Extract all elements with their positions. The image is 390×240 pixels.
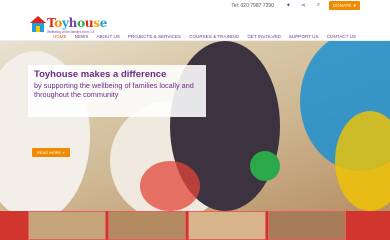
search-icon[interactable]: ⌕	[314, 1, 323, 10]
main-nav: HOME NEWS ABOUT US PROJECTS & SERVICES C…	[49, 34, 360, 39]
nav-contact-us[interactable]: CONTACT US	[323, 34, 360, 39]
twitter-icon[interactable]: ✦	[284, 1, 293, 10]
nav-news[interactable]: NEWS	[71, 34, 93, 39]
hero-subtitle: by supporting the wellbeing of families …	[34, 81, 194, 99]
nav-get-involved[interactable]: GET INVOLVED	[243, 34, 285, 39]
nav-about-us[interactable]: ABOUT US	[92, 34, 123, 39]
nav-home[interactable]: HOME	[49, 34, 71, 39]
feature-thumbnail[interactable]	[268, 211, 346, 240]
feature-thumbnail[interactable]	[188, 211, 266, 240]
site-header: Toyhouse Wellbeing of the families from …	[0, 11, 390, 41]
feature-thumbnail[interactable]	[108, 211, 186, 240]
hero-banner: Toyhouse makes a difference by supportin…	[0, 41, 390, 211]
donate-label: DONATE	[332, 3, 352, 8]
feature-thumbnail[interactable]	[28, 211, 106, 240]
nav-projects-services[interactable]: PROJECTS & SERVICES	[124, 34, 185, 39]
hero-title: Toyhouse makes a difference	[34, 69, 167, 80]
donate-button[interactable]: DONATE ♥	[328, 1, 360, 10]
logo-name: Toyhouse	[47, 16, 108, 30]
heart-icon: ♥	[353, 3, 356, 8]
telephone-number[interactable]: Tel: 020 7987 7390	[231, 3, 274, 9]
house-icon	[30, 16, 46, 32]
read-more-button[interactable]: READ MORE »	[32, 148, 70, 157]
nav-support-us[interactable]: SUPPORT US	[285, 34, 323, 39]
share-icon[interactable]: ⋖	[299, 1, 308, 10]
nav-courses-training[interactable]: COURSES & TRAINING	[185, 34, 243, 39]
hero-text-panel: Toyhouse makes a difference by supportin…	[28, 65, 206, 117]
feature-strip	[0, 211, 390, 240]
top-bar: Tel: 020 7987 7390 ✦ ⋖ ⌕ DONATE ♥	[0, 0, 390, 11]
